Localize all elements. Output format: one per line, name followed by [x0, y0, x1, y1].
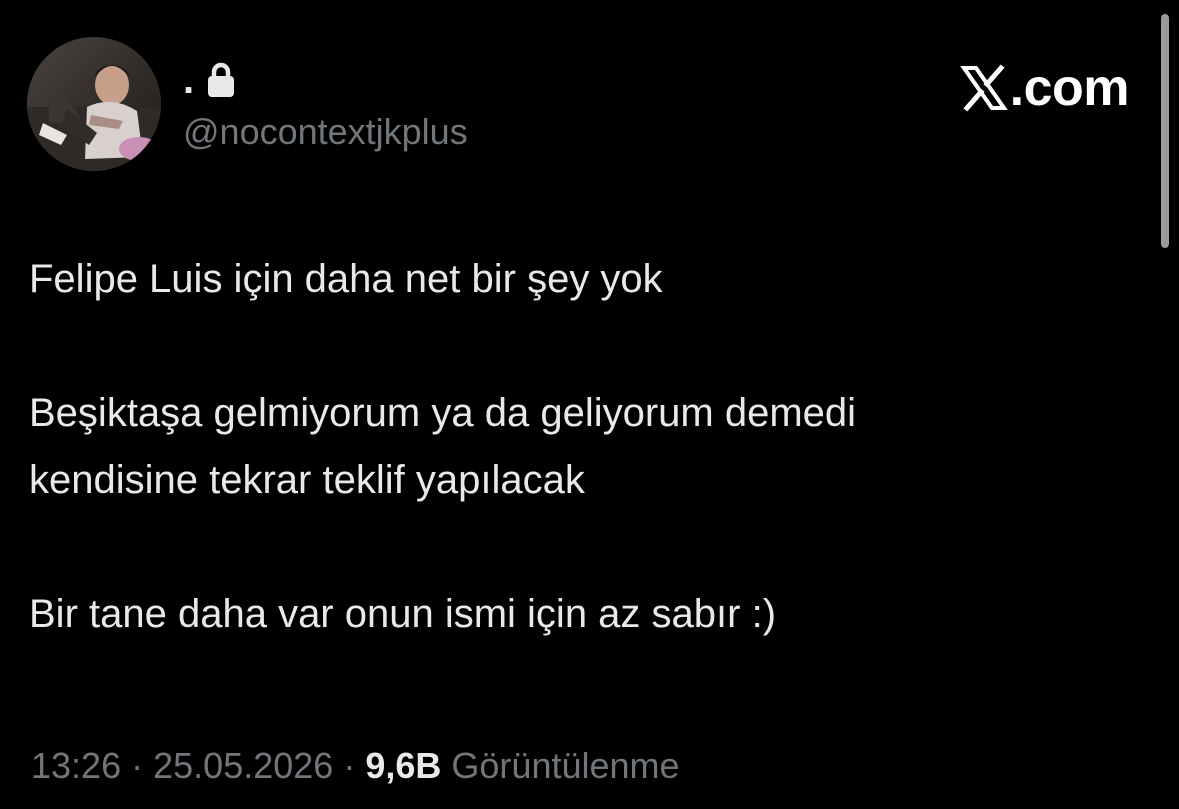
display-name-text: .: [183, 58, 195, 102]
brand-text: .com: [1009, 59, 1130, 117]
tweet-card: . @nocontextjkplus .com Felipe Luis için…: [0, 0, 1179, 809]
meta-separator: ·: [131, 745, 144, 786]
avatar-image: [27, 37, 161, 171]
views-count: 9,6B: [365, 745, 442, 786]
author-handle[interactable]: @nocontextjkplus: [183, 110, 468, 153]
tweet-date[interactable]: 25.05.2026: [153, 745, 333, 786]
brand-watermark: .com: [959, 59, 1130, 117]
meta-separator: ·: [343, 745, 356, 786]
tweet-time[interactable]: 13:26: [31, 745, 121, 786]
author-display-name[interactable]: .: [183, 58, 236, 102]
tweet-line: Beşiktaşa gelmiyorum ya da geliyorum dem…: [29, 391, 857, 435]
x-logo-icon: [959, 64, 1008, 112]
tweet-text: Felipe Luis için daha net bir şey yok Be…: [29, 246, 1129, 648]
tweet-line: Felipe Luis için daha net bir şey yok: [29, 257, 663, 301]
tweet-meta: 13:26 · 25.05.2026 · 9,6B Görüntülenme: [31, 744, 680, 787]
tweet-line: kendisine tekrar teklif yapılacak: [29, 458, 585, 502]
tweet-line: Bir tane daha var onun ismi için az sabı…: [29, 592, 777, 636]
avatar[interactable]: [27, 37, 161, 171]
scrollbar[interactable]: [1161, 14, 1169, 248]
lock-icon: [208, 62, 235, 97]
views-label: Görüntülenme: [451, 745, 680, 786]
